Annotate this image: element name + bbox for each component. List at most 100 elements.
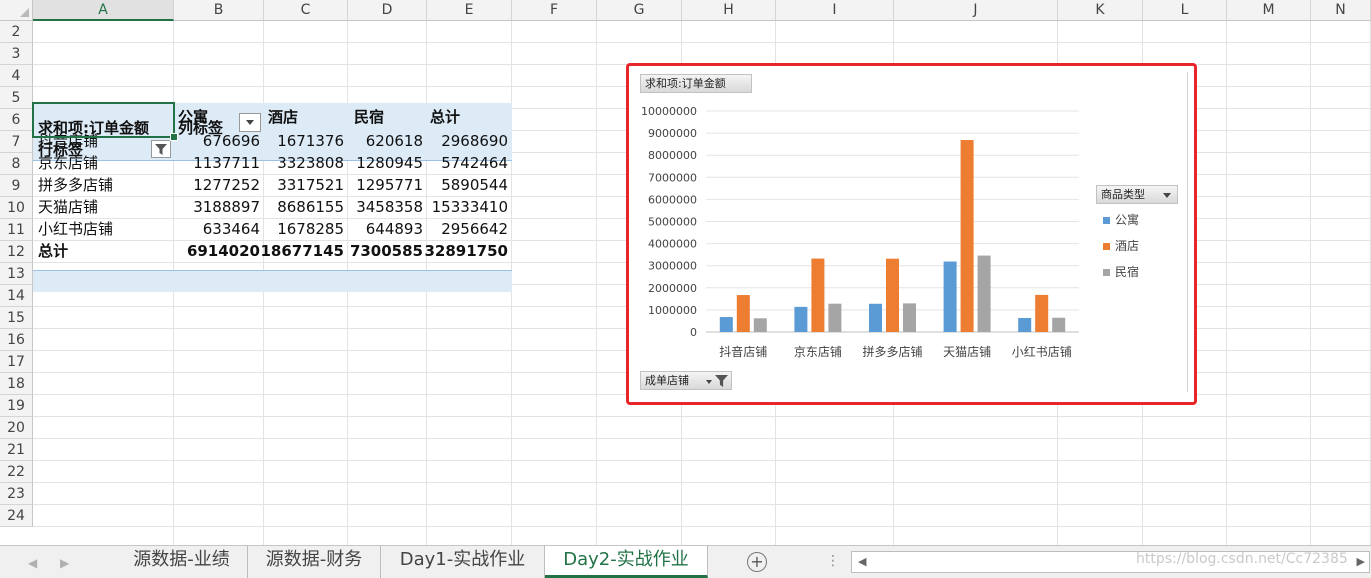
select-all-corner[interactable]: [0, 0, 33, 21]
column-header-i[interactable]: I: [776, 0, 894, 21]
column-header-h[interactable]: H: [682, 0, 776, 21]
legend-title: 商品类型: [1101, 188, 1145, 201]
row-header-7[interactable]: 7: [0, 131, 33, 153]
pivot-total-value[interactable]: 32891750: [412, 241, 509, 262]
pivot-total-value[interactable]: 7300585: [327, 241, 423, 262]
pivot-col-header[interactable]: 酒店: [268, 107, 298, 128]
row-header-10[interactable]: 10: [0, 197, 33, 219]
pivot-row-label-cell[interactable]: 小红书店铺: [38, 219, 113, 240]
row-header-11[interactable]: 11: [0, 219, 33, 241]
grid-vline: [1310, 21, 1311, 545]
scroll-right-icon[interactable]: ▶: [1357, 555, 1365, 568]
row-header-14[interactable]: 14: [0, 285, 33, 307]
row-header-19[interactable]: 19: [0, 395, 33, 417]
y-tick-label: 8000000: [648, 149, 697, 162]
pivot-chart[interactable]: 求和项:订单金额 0 1000000 2000000 3000000 4000000 50…: [626, 63, 1197, 405]
pivot-value-cell[interactable]: 1280945: [327, 153, 423, 174]
row-header-16[interactable]: 16: [0, 329, 33, 351]
y-tick-label: 10000000: [641, 105, 697, 118]
pivot-value-cell[interactable]: 5890544: [412, 175, 508, 196]
legend-item[interactable]: 公寓: [1103, 211, 1139, 228]
row-header-15[interactable]: 15: [0, 307, 33, 329]
selected-cell-A5[interactable]: [32, 102, 175, 138]
column-header-f[interactable]: F: [512, 0, 597, 21]
bar-酒店: [811, 258, 825, 332]
sheet-tab-2[interactable]: 源数据-财务: [248, 546, 381, 578]
column-header-n[interactable]: N: [1311, 0, 1371, 21]
row-header-5[interactable]: 5: [0, 87, 33, 109]
row-header-8[interactable]: 8: [0, 153, 33, 175]
row-header-18[interactable]: 18: [0, 373, 33, 395]
add-sheet-button[interactable]: +: [747, 552, 767, 572]
bar-民宿: [977, 255, 991, 332]
pivot-value-cell[interactable]: 1137711: [164, 153, 260, 174]
pivot-value-cell[interactable]: 644893: [327, 219, 423, 240]
column-header-k[interactable]: K: [1058, 0, 1143, 21]
row-header-24[interactable]: 24: [0, 505, 33, 527]
column-header-a[interactable]: A: [33, 0, 174, 21]
row-header-4[interactable]: 4: [0, 65, 33, 87]
pivot-value-cell[interactable]: 15333410: [412, 197, 508, 218]
bar-公寓: [943, 261, 957, 332]
chart-plot-area: 0 1000000 2000000 3000000 4000000 5000000 6000…: [641, 105, 1079, 359]
pivot-col-header[interactable]: 公寓: [178, 107, 208, 128]
pivot-col-header[interactable]: 民宿: [354, 107, 384, 128]
row-header-13[interactable]: 13: [0, 263, 33, 285]
legend-field-button[interactable]: 商品类型: [1096, 185, 1178, 204]
y-tick-label: 3000000: [648, 260, 697, 273]
pivot-value-cell[interactable]: 633464: [164, 219, 260, 240]
pivot-value-cell[interactable]: 3458358: [327, 197, 423, 218]
row-header-2[interactable]: 2: [0, 21, 33, 43]
pivot-value-cell[interactable]: 3188897: [164, 197, 260, 218]
tabbar-splitter-icon[interactable]: ⋮: [826, 553, 840, 569]
pivot-value-cell[interactable]: 5742464: [412, 153, 508, 174]
chevron-down-icon: [246, 120, 254, 125]
column-header-d[interactable]: D: [348, 0, 427, 21]
column-header-m[interactable]: M: [1227, 0, 1311, 21]
row-header-17[interactable]: 17: [0, 351, 33, 373]
fill-handle[interactable]: [170, 133, 178, 141]
pivot-total-rule: [33, 270, 512, 271]
pivot-row-label-cell[interactable]: 京东店铺: [38, 153, 98, 174]
pivot-value-cell[interactable]: 676696: [164, 131, 260, 152]
row-header-21[interactable]: 21: [0, 439, 33, 461]
legend-swatch: [1103, 217, 1110, 224]
pivot-col-header[interactable]: 总计: [430, 107, 460, 128]
row-header-22[interactable]: 22: [0, 461, 33, 483]
column-header-g[interactable]: G: [597, 0, 682, 21]
pivot-row-label-cell[interactable]: 天猫店铺: [38, 197, 98, 218]
grid-hline: [33, 526, 1371, 527]
row-header-9[interactable]: 9: [0, 175, 33, 197]
chart-scrollbar[interactable]: [1187, 72, 1188, 392]
pivot-value-cell[interactable]: 2968690: [412, 131, 508, 152]
prev-sheet-icon[interactable]: ◀: [28, 556, 37, 570]
sheet-tab-4[interactable]: Day2-实战作业: [545, 546, 708, 578]
sheet-tab-3[interactable]: Day1-实战作业: [381, 546, 545, 578]
pivot-total-label[interactable]: 总计: [38, 241, 68, 262]
next-sheet-icon[interactable]: ▶: [60, 556, 69, 570]
pivot-total-value[interactable]: 6914020: [164, 241, 260, 262]
bar-公寓: [869, 303, 882, 332]
pivot-value-cell[interactable]: 2956642: [412, 219, 508, 240]
row-header-3[interactable]: 3: [0, 43, 33, 65]
pivot-value-cell[interactable]: 1295771: [327, 175, 423, 196]
legend-item[interactable]: 民宿: [1103, 263, 1139, 280]
scroll-left-icon[interactable]: ◀: [858, 555, 866, 568]
row-header-20[interactable]: 20: [0, 417, 33, 439]
row-header-6[interactable]: 6: [0, 109, 33, 131]
column-header-e[interactable]: E: [427, 0, 512, 21]
sheet-tab-1[interactable]: 源数据-业绩: [116, 546, 248, 578]
legend-item[interactable]: 酒店: [1103, 237, 1139, 254]
axis-field-button[interactable]: 成单店铺: [640, 371, 732, 390]
column-header-j[interactable]: J: [894, 0, 1058, 21]
column-header-l[interactable]: L: [1143, 0, 1227, 21]
row-header-23[interactable]: 23: [0, 483, 33, 505]
column-header-b[interactable]: B: [174, 0, 264, 21]
column-header-c[interactable]: C: [264, 0, 348, 21]
pivot-value-cell[interactable]: 620618: [327, 131, 423, 152]
pivot-value-cell[interactable]: 1277252: [164, 175, 260, 196]
col-label-filter-button[interactable]: [239, 113, 261, 132]
grid-vline: [1226, 21, 1227, 545]
row-header-12[interactable]: 12: [0, 241, 33, 263]
pivot-row-label-cell[interactable]: 拼多多店铺: [38, 175, 113, 196]
